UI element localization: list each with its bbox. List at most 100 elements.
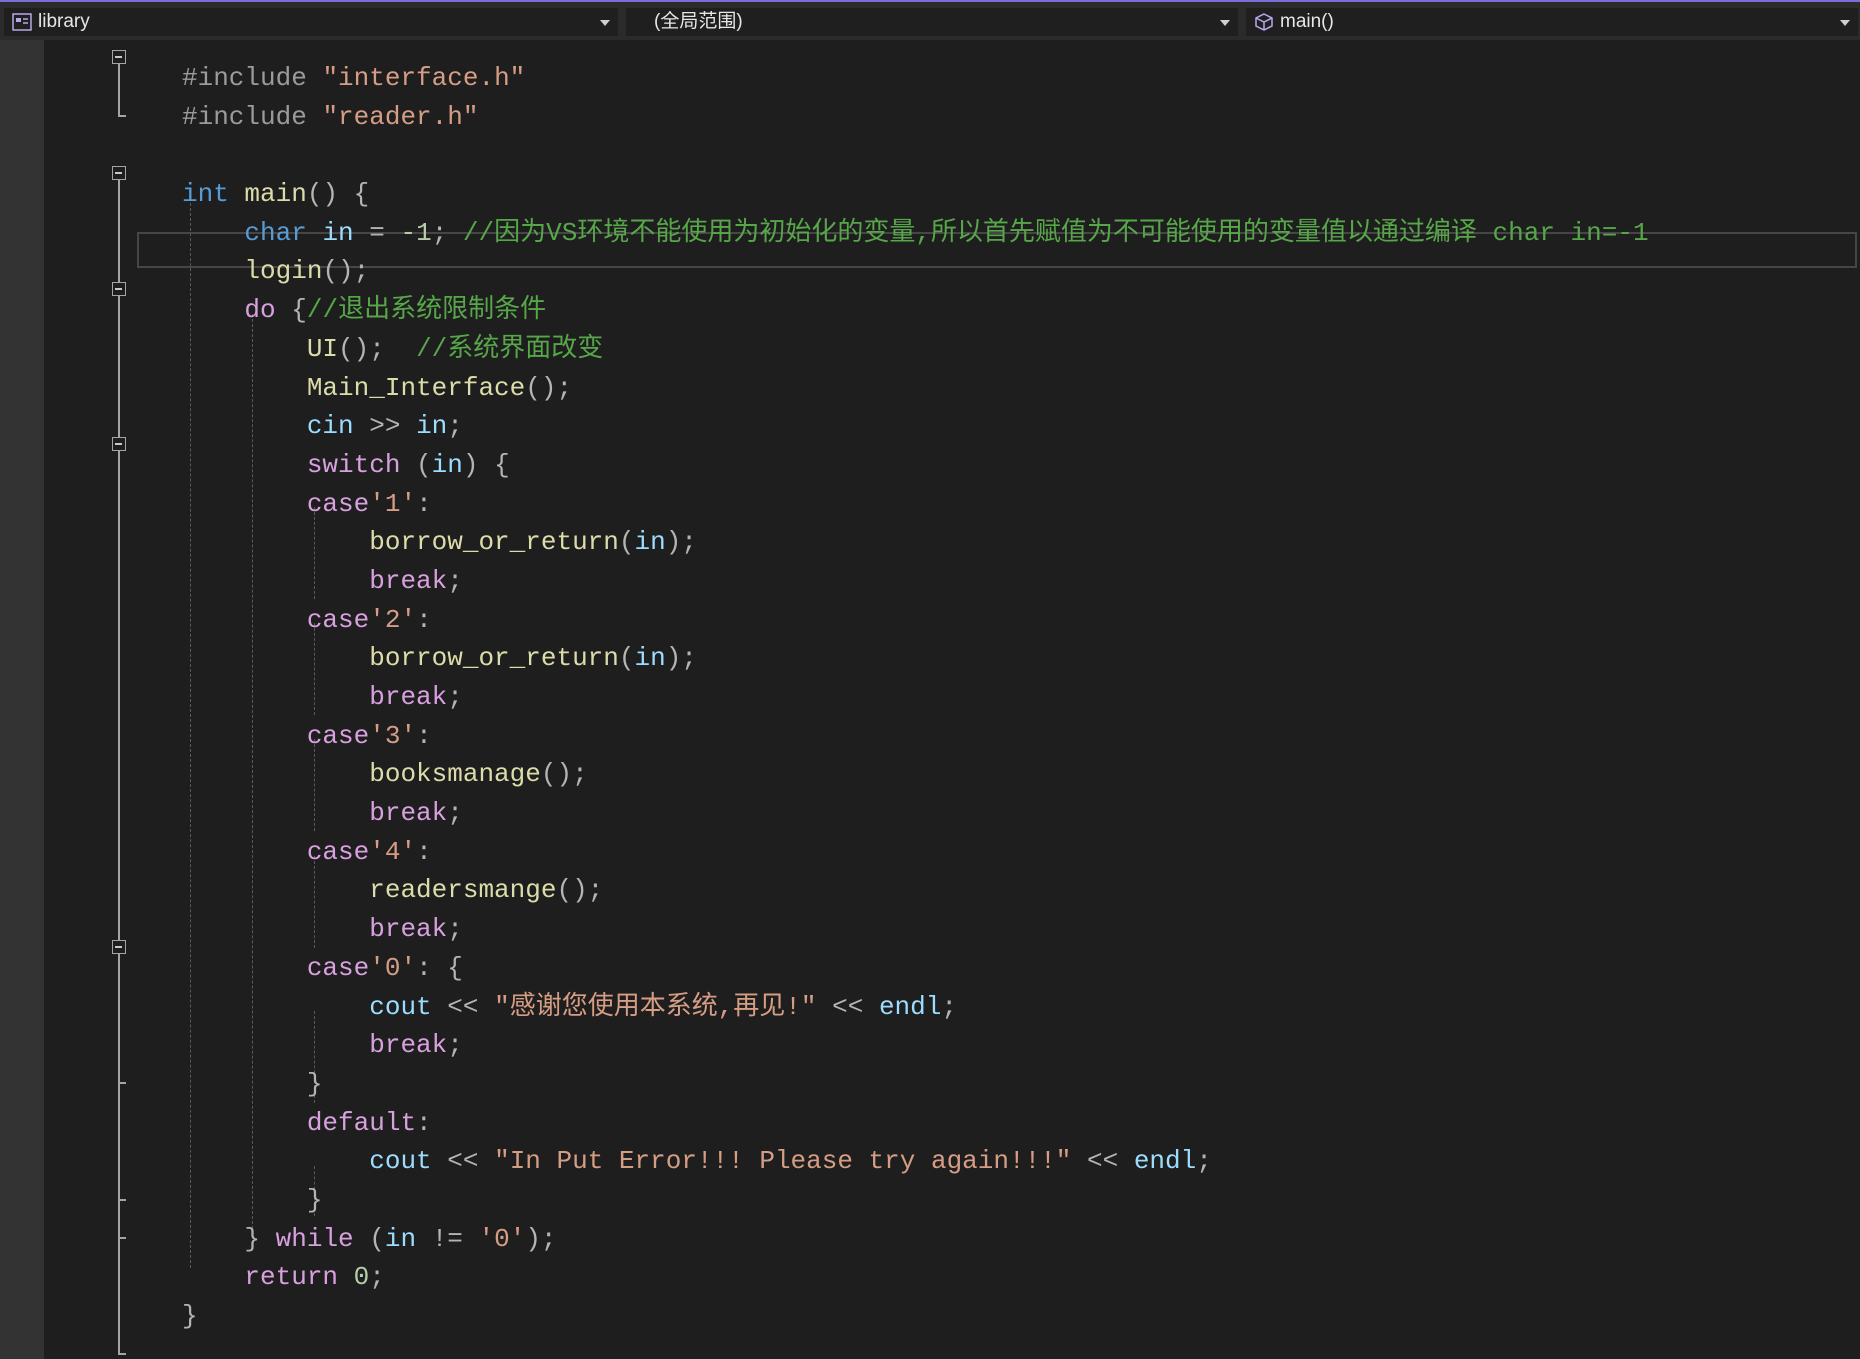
code-token: '4' bbox=[369, 836, 417, 867]
code-token: } bbox=[244, 1223, 276, 1254]
code-line[interactable]: booksmanage(); bbox=[182, 755, 1649, 794]
outline-line bbox=[118, 1082, 126, 1084]
code-line[interactable]: login(); bbox=[182, 252, 1649, 291]
code-token: in bbox=[416, 411, 448, 442]
code-token: do bbox=[244, 295, 276, 326]
code-token: in bbox=[322, 217, 354, 248]
code-token: '2' bbox=[369, 604, 417, 635]
project-name: library bbox=[38, 11, 90, 32]
code-line[interactable]: cout << "感谢您使用本系统,再见!" << endl; bbox=[182, 988, 1649, 1027]
code-token: ); bbox=[525, 1223, 557, 1254]
code-token: << bbox=[1087, 1146, 1119, 1177]
project-icon bbox=[12, 13, 32, 31]
code-token: //因为VS环境不能使用为初始化的变量,所以首先赋值为不可能使用的变量值以通过编… bbox=[462, 217, 1649, 248]
code-token: "In Put Error!!! Please try again!!!" bbox=[494, 1146, 1072, 1177]
code-line[interactable]: cin >> in; bbox=[182, 407, 1649, 446]
code-line[interactable]: #include "reader.h" bbox=[182, 98, 1649, 137]
code-token: ; bbox=[447, 1030, 463, 1061]
code-token: (); bbox=[338, 333, 417, 364]
code-line[interactable]: case'4': bbox=[182, 833, 1649, 872]
code-line[interactable]: case'1': bbox=[182, 485, 1649, 524]
code-line[interactable]: case'0': { bbox=[182, 949, 1649, 988]
code-line[interactable]: borrow_or_return(in); bbox=[182, 639, 1649, 678]
code-line[interactable]: char in = -1; //因为VS环境不能使用为初始化的变量,所以首先赋值… bbox=[182, 214, 1649, 253]
code-line[interactable] bbox=[182, 136, 1649, 175]
code-line[interactable]: default: bbox=[182, 1104, 1649, 1143]
code-token: : { bbox=[416, 952, 463, 983]
code-token: "interface.h" bbox=[322, 63, 526, 93]
code-token: while bbox=[275, 1223, 354, 1254]
code-line[interactable]: #include "interface.h" bbox=[182, 59, 1649, 98]
code-token: #include bbox=[182, 101, 323, 132]
code-editor[interactable]: #include "interface.h" #include "reader.h… bbox=[44, 40, 1860, 1359]
scope-dropdown[interactable]: (全局范围) bbox=[626, 8, 1238, 36]
collapse-toggle-do[interactable] bbox=[112, 282, 126, 296]
code-token: : bbox=[416, 720, 432, 751]
code-line[interactable]: Main_Interface(); bbox=[182, 369, 1649, 408]
code-token: char bbox=[244, 217, 307, 248]
collapse-toggle-includes[interactable] bbox=[112, 50, 126, 64]
code-token: << bbox=[832, 991, 864, 1022]
project-dropdown[interactable]: library bbox=[4, 8, 618, 36]
code-line[interactable]: case'3': bbox=[182, 717, 1649, 756]
function-cube-icon bbox=[1255, 13, 1273, 31]
outline-line bbox=[118, 180, 120, 1355]
chevron-down-icon bbox=[1840, 20, 1850, 26]
code-token: ; bbox=[447, 565, 463, 596]
code-line[interactable]: return 0; bbox=[182, 1258, 1649, 1297]
code-token: ); bbox=[665, 643, 697, 674]
code-token: break bbox=[369, 1030, 448, 1061]
code-token: ) { bbox=[462, 449, 510, 480]
code-token: endl bbox=[1133, 1146, 1197, 1177]
code-line[interactable]: break; bbox=[182, 678, 1649, 717]
code-line[interactable]: readersmange(); bbox=[182, 871, 1649, 910]
chevron-down-icon bbox=[600, 20, 610, 26]
code-line[interactable]: break; bbox=[182, 1026, 1649, 1065]
code-line[interactable]: break; bbox=[182, 794, 1649, 833]
code-line[interactable]: int main() { bbox=[182, 175, 1649, 214]
code-line[interactable]: do {//退出系统限制条件 bbox=[182, 291, 1649, 330]
code-token: () { bbox=[306, 179, 370, 210]
code-token: << bbox=[447, 1146, 479, 1177]
code-line[interactable]: case'2': bbox=[182, 601, 1649, 640]
code-token: //系统界面改变 bbox=[416, 333, 604, 364]
code-line[interactable]: break; bbox=[182, 910, 1649, 949]
code-token: break bbox=[369, 682, 448, 712]
code-token: : bbox=[416, 604, 432, 635]
code-line[interactable]: cout << "In Put Error!!! Please try agai… bbox=[182, 1142, 1649, 1181]
code-line[interactable]: switch (in) { bbox=[182, 446, 1649, 485]
code-line[interactable]: } while (in != '0'); bbox=[182, 1220, 1649, 1259]
code-token: case bbox=[306, 604, 370, 635]
function-dropdown[interactable]: main() bbox=[1246, 8, 1858, 36]
code-line[interactable]: UI(); //系统界面改变 bbox=[182, 330, 1649, 369]
code-line[interactable]: break; bbox=[182, 562, 1649, 601]
code-line[interactable]: borrow_or_return(in); bbox=[182, 523, 1649, 562]
code-token: #include bbox=[182, 63, 323, 93]
editor-gutter bbox=[0, 40, 44, 1359]
code-line[interactable]: } bbox=[182, 1065, 1649, 1104]
code-token: ( bbox=[353, 1223, 385, 1254]
code-token: in bbox=[431, 449, 463, 480]
collapse-toggle-switch[interactable] bbox=[112, 437, 126, 451]
source-code[interactable]: #include "interface.h" #include "reader.h… bbox=[182, 59, 1649, 1336]
collapse-toggle-case0[interactable] bbox=[112, 940, 126, 954]
code-line[interactable]: } bbox=[182, 1181, 1649, 1220]
code-line[interactable]: } bbox=[182, 1297, 1649, 1336]
collapse-toggle-main[interactable] bbox=[112, 166, 126, 180]
code-token: '0' bbox=[478, 1223, 526, 1254]
